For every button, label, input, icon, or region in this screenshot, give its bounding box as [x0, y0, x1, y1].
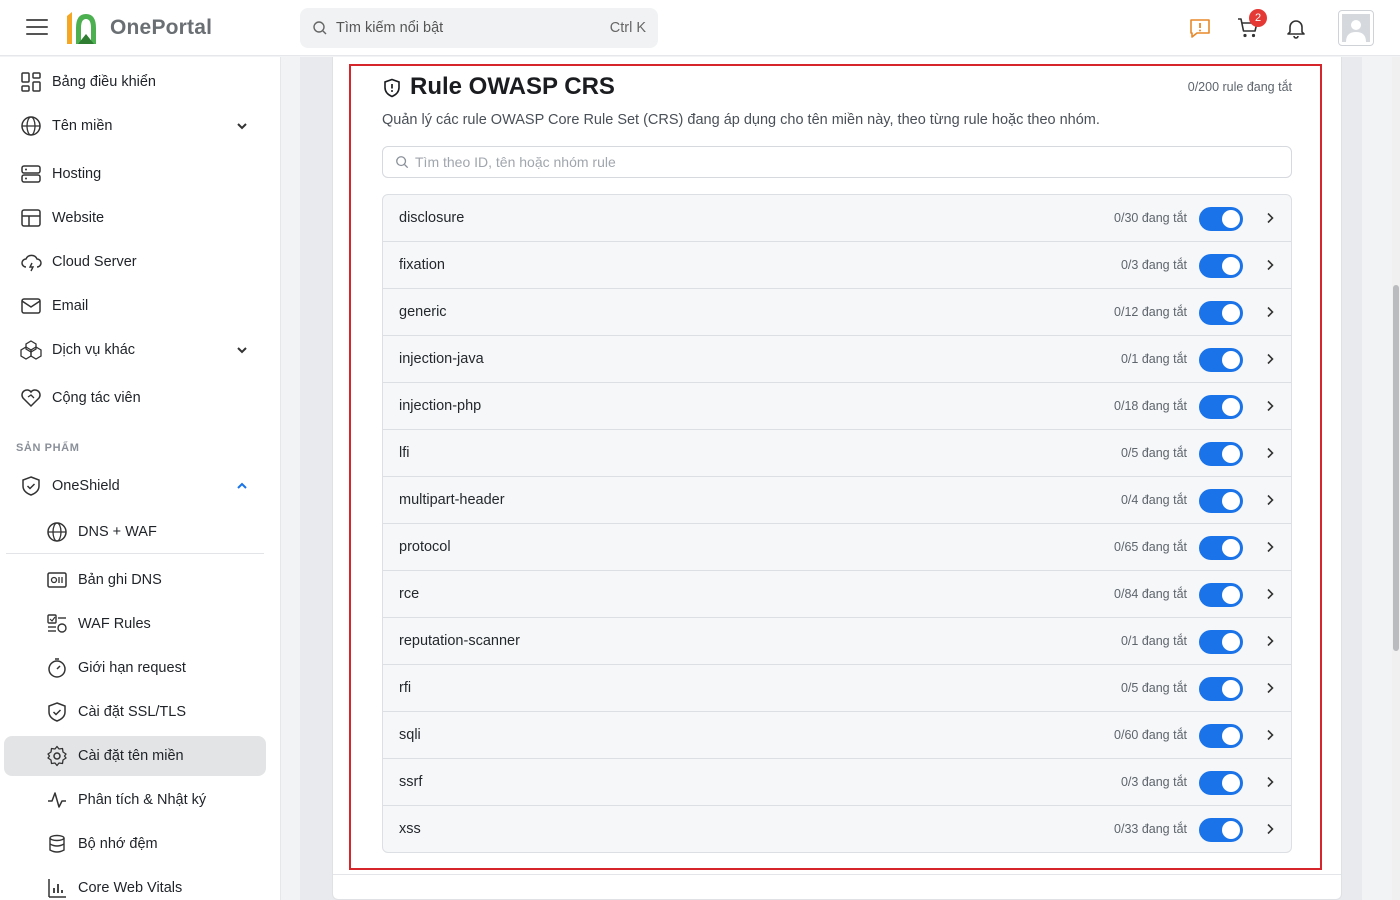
handshake-icon [21, 389, 41, 408]
sidebar-subitem-label: Cài đặt SSL/TLS [78, 704, 186, 720]
sidebar-item-affiliates[interactable]: Cộng tác viên [0, 378, 270, 418]
sidebar-item-label: Website [52, 210, 105, 226]
sidebar-subitem-label: WAF Rules [78, 616, 151, 632]
page-scrollbar[interactable] [1392, 57, 1400, 900]
globe-icon [47, 522, 67, 542]
highlight-box [349, 64, 1322, 870]
sidebar-item-domains[interactable]: Tên miền [0, 106, 270, 146]
activity-icon [48, 792, 66, 808]
boxes-icon [20, 340, 42, 360]
sidebar-subitem-label: Bản ghi DNS [78, 572, 162, 588]
scrollbar-thumb[interactable] [1393, 285, 1399, 651]
mail-icon [21, 298, 41, 314]
sidebar-subitem-ssl-tls[interactable]: Cài đặt SSL/TLS [4, 692, 266, 732]
user-avatar-icon [1342, 14, 1370, 42]
gear-icon [47, 745, 67, 767]
global-search[interactable]: Tìm kiếm nổi bật Ctrl K [300, 8, 658, 48]
logo-mark-icon [67, 12, 96, 44]
sidebar-subitem-core-web-vitals[interactable]: Core Web Vitals [4, 868, 266, 900]
search-placeholder: Tìm kiếm nổi bật [336, 20, 444, 36]
chevron-down-icon[interactable] [234, 118, 250, 134]
sidebar-subitem-domain-settings[interactable]: Cài đặt tên miền [4, 736, 266, 776]
sidebar-subitem-label: Giới hạn request [78, 660, 186, 676]
top-bar: OnePortal Tìm kiếm nổi bật Ctrl K 2 [0, 0, 1400, 56]
dashboard-icon [21, 72, 41, 92]
layout-icon [21, 209, 41, 227]
sidebar-item-label: Email [52, 298, 89, 314]
sidebar: Bảng điều khiển Tên miền Hosting Website… [0, 57, 281, 900]
database-icon [49, 834, 65, 853]
sidebar-item-label: Hosting [52, 166, 102, 182]
sidebar-subitem-label: Phân tích & Nhật ký [78, 792, 207, 808]
timer-icon [48, 658, 66, 678]
sidebar-item-label: Dịch vụ khác [52, 342, 136, 358]
cart-badge: 2 [1249, 9, 1267, 27]
sidebar-subitem-label: DNS + WAF [78, 524, 157, 540]
search-shortcut: Ctrl K [609, 20, 646, 36]
bar-chart-icon [48, 879, 66, 898]
sidebar-subitem-label: Core Web Vitals [78, 880, 183, 896]
chevron-up-icon[interactable] [234, 478, 250, 494]
sidebar-subitem-label: Cài đặt tên miền [78, 748, 184, 764]
server-icon [21, 165, 41, 183]
sidebar-item-label: Cloud Server [52, 254, 137, 270]
sidebar-item-email[interactable]: Email [0, 286, 270, 326]
bell-icon[interactable] [1284, 16, 1308, 40]
sidebar-item-label: Bảng điều khiển [52, 74, 156, 90]
sidebar-subitem-waf-rules[interactable]: WAF Rules [4, 604, 266, 644]
sidebar-divider [6, 553, 264, 554]
avatar[interactable] [1338, 10, 1374, 46]
menu-icon[interactable] [26, 19, 48, 37]
sidebar-item-other-services[interactable]: Dịch vụ khác [0, 330, 270, 370]
sidebar-item-label: Tên miền [52, 118, 113, 134]
sidebar-item-label: OneShield [52, 478, 120, 494]
chevron-down-icon[interactable] [234, 342, 250, 358]
globe-icon [21, 116, 41, 136]
cloud-icon [21, 254, 42, 272]
sidebar-item-cloud-server[interactable]: Cloud Server [0, 242, 270, 282]
shield-check-icon [48, 702, 66, 722]
dns-record-icon [47, 572, 67, 588]
sidebar-subitem-dns-records[interactable]: Bản ghi DNS [4, 560, 266, 600]
sidebar-item-website[interactable]: Website [0, 198, 270, 238]
sidebar-item-dashboard[interactable]: Bảng điều khiển [0, 62, 270, 102]
sidebar-subitem-dns-waf[interactable]: DNS + WAF [4, 512, 266, 552]
feedback-icon[interactable] [1188, 16, 1212, 40]
sidebar-subitem-label: Bộ nhớ đệm [78, 836, 158, 852]
waf-rules-icon [47, 614, 67, 633]
search-icon [313, 21, 327, 35]
sidebar-subitem-cache[interactable]: Bộ nhớ đệm [4, 824, 266, 864]
section-label-products: SẢN PHẨM [16, 442, 80, 454]
sidebar-subitem-analytics[interactable]: Phân tích & Nhật ký [4, 780, 266, 820]
sidebar-subitem-rate-limit[interactable]: Giới hạn request [4, 648, 266, 688]
shield-icon [22, 476, 40, 496]
logo[interactable]: OnePortal [64, 10, 212, 46]
sidebar-item-oneshield[interactable]: OneShield [0, 466, 270, 506]
sidebar-item-label: Cộng tác viên [52, 390, 141, 406]
sidebar-item-hosting[interactable]: Hosting [0, 154, 270, 194]
brand-name: OnePortal [110, 16, 213, 39]
